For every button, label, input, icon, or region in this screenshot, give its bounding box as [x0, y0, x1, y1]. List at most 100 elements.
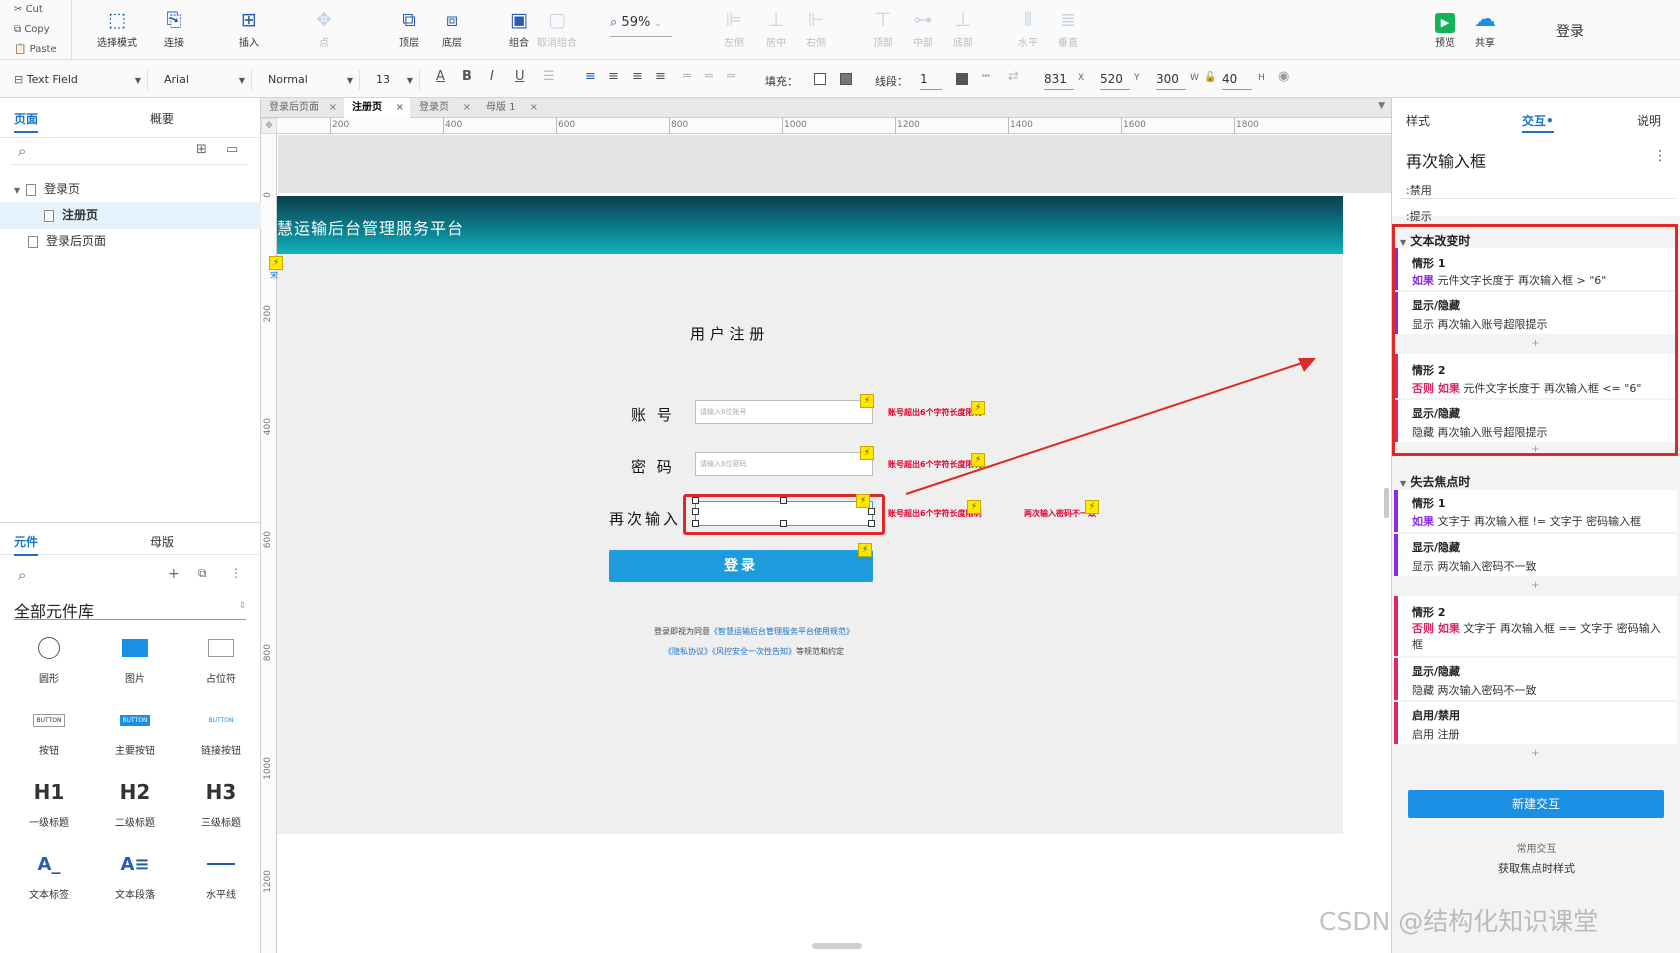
close-icon[interactable]: ×	[530, 98, 538, 118]
page-item-after-login[interactable]: 登录后页面	[0, 228, 261, 255]
search-icon[interactable]: ⌕	[18, 142, 26, 160]
case-2[interactable]: 情形 2 否则 如果 文字于 再次输入框 == 文字于 密码输入框	[1394, 596, 1677, 656]
login-link[interactable]: 登录	[1556, 21, 1584, 41]
y-input[interactable]: 520	[1100, 70, 1130, 90]
widget-item[interactable]: 圆形	[6, 626, 92, 685]
share-button[interactable]: ☁ 共享	[1461, 6, 1509, 49]
tab-interactions[interactable]: 交互•	[1522, 112, 1554, 133]
login-button[interactable]: 登录	[609, 550, 873, 582]
interaction-bolt-icon[interactable]: ⚡	[967, 500, 981, 514]
widget-item[interactable]: BUTTON 按钮	[6, 698, 92, 757]
page-item-register[interactable]: 注册页	[0, 202, 261, 229]
toolbar-right-button[interactable]: ⊩ 右侧	[792, 6, 840, 49]
tab-pages[interactable]: 页面	[14, 110, 39, 133]
bold-icon[interactable]: B	[462, 69, 472, 84]
selection-handle[interactable]	[868, 520, 875, 527]
interaction-bolt-icon[interactable]: ⚡	[858, 543, 872, 557]
paste-button[interactable]: 📋 Paste	[0, 40, 71, 60]
account-input[interactable]: 请输入6位账号	[695, 400, 873, 424]
widget-item[interactable]: H2 二级标题	[92, 770, 178, 829]
panel-scroll-handle[interactable]	[1384, 488, 1389, 518]
widget-item[interactable]: A≡ 文本段落	[92, 842, 178, 902]
widget-item[interactable]: H1 一级标题	[6, 770, 92, 829]
toolbar-top-button[interactable]: ⧉ 顶层	[385, 6, 433, 49]
doc-tab-register[interactable]: 注册页 ×	[344, 98, 410, 118]
align-right-icon[interactable]: ≡	[632, 69, 643, 84]
toolbar-vertical-button[interactable]: ≣ 垂直	[1044, 6, 1092, 49]
action-show-hide[interactable]: 显示/隐藏 显示 两次输入密码不一致	[1394, 534, 1677, 576]
align-center-icon[interactable]: ≡	[608, 69, 619, 84]
close-icon[interactable]: ×	[396, 98, 404, 118]
line-width-input[interactable]: 1	[920, 70, 942, 90]
toolbar-ungroup-button[interactable]: ▢ 取消组合	[533, 6, 581, 49]
password-input[interactable]: 请输入6位密码	[695, 452, 873, 476]
line-color-swatch[interactable]	[956, 73, 968, 85]
widget-item[interactable]: 图片	[92, 626, 178, 685]
toolbar-connect-button[interactable]: ⎘ 连接	[150, 6, 198, 49]
state-disabled[interactable]: :禁用	[1406, 182, 1432, 198]
page-item-login[interactable]: ▼ 登录页	[0, 176, 261, 203]
valign-middle-icon[interactable]: ═	[705, 69, 713, 84]
arrow-style-icon[interactable]: ⇄	[1008, 69, 1019, 84]
valign-bottom-icon[interactable]: ═	[727, 69, 735, 84]
more-icon[interactable]: ⋮	[230, 566, 242, 580]
tab-widgets[interactable]: 元件	[14, 533, 39, 556]
selection-handle[interactable]	[692, 497, 699, 504]
visibility-eye-icon[interactable]: ◉	[1278, 69, 1289, 84]
toolbar-insert-button[interactable]: ⊞ 插入	[225, 6, 273, 49]
action-show-hide[interactable]: 显示/隐藏 隐藏 两次输入密码不一致	[1394, 658, 1677, 700]
selection-handle[interactable]	[780, 520, 787, 527]
widget-item[interactable]: 占位符	[178, 626, 264, 685]
selection-handle[interactable]	[692, 508, 699, 515]
valign-top-icon[interactable]: ═	[683, 69, 691, 84]
toolbar-select-button[interactable]: ⬚ 选择模式	[93, 6, 141, 49]
fill-color-swatch[interactable]	[814, 73, 826, 85]
interaction-bolt-icon[interactable]: ⚡	[860, 394, 874, 408]
case-1[interactable]: 情形 1 如果 文字于 再次输入框 != 文字于 密码输入框	[1394, 490, 1677, 532]
widget-item[interactable]: BUTTON 主要按钮	[92, 698, 178, 757]
h-input[interactable]: 40	[1222, 70, 1252, 90]
font-size-select[interactable]: 13 ▼	[370, 70, 420, 90]
line-style-icon[interactable]: ┅	[982, 69, 990, 84]
canvas-scrollbar[interactable]	[812, 943, 862, 949]
selection-handle[interactable]	[868, 508, 875, 515]
common-interaction-item[interactable]: 获取焦点时样式	[1392, 860, 1680, 876]
add-case-icon[interactable]: +	[1394, 580, 1677, 591]
search-icon[interactable]: ⌕	[18, 566, 26, 584]
tab-masters[interactable]: 母版	[150, 533, 174, 550]
w-input[interactable]: 300	[1156, 70, 1186, 90]
align-left-icon[interactable]: ≡	[585, 69, 596, 84]
interaction-bolt-icon[interactable]: ⚡	[1085, 500, 1099, 514]
underline-icon[interactable]: U	[515, 69, 525, 84]
add-case-icon[interactable]: +	[1394, 748, 1677, 759]
doc-tab-login[interactable]: 登录页 ×	[411, 98, 477, 118]
toolbar-left-button[interactable]: ⊫ 左侧	[710, 6, 758, 49]
font-style-select[interactable]: Normal ▼	[262, 70, 360, 90]
tab-notes[interactable]: 说明	[1637, 112, 1661, 129]
interaction-bolt-icon[interactable]: ⚡	[269, 256, 283, 270]
library-select[interactable]: 全部元件库 ⇕	[14, 598, 246, 621]
italic-icon[interactable]: I	[490, 69, 494, 84]
x-input[interactable]: 831	[1044, 70, 1074, 90]
doc-tab-after-login[interactable]: 登录后页面 ×	[261, 98, 343, 118]
tab-outline[interactable]: 概要	[150, 110, 174, 127]
widget-item[interactable]: BUTTON 链接按钮	[178, 698, 264, 758]
add-folder-icon[interactable]: ▭	[226, 142, 238, 157]
tab-style[interactable]: 样式	[1406, 112, 1430, 129]
widget-item[interactable]: H3 三级标题	[178, 770, 264, 829]
lock-ratio-icon[interactable]: 🔓	[1204, 72, 1216, 83]
library-copy-icon[interactable]: ⧉	[198, 566, 207, 581]
interaction-bolt-icon[interactable]: ⚡	[856, 494, 870, 508]
toolbar-point-button[interactable]: ✥ 点	[300, 6, 348, 49]
widget-type-select[interactable]: ⊟ Text Field ▼	[14, 70, 148, 90]
zoom-control[interactable]: ⌕ 59% ⌄	[610, 15, 672, 37]
cut-button[interactable]: ✂ Cut	[0, 0, 71, 20]
widget-item[interactable]: A_ 文本标签	[6, 842, 92, 902]
widget-item[interactable]: 水平线	[178, 842, 264, 901]
interaction-bolt-icon[interactable]: ⚡	[860, 446, 874, 460]
font-family-select[interactable]: Arial ▼	[158, 70, 252, 90]
tabs-dropdown-icon[interactable]: ▼	[1378, 101, 1385, 111]
shadow-swatch[interactable]	[840, 73, 852, 85]
doc-tab-master[interactable]: 母版 1 ×	[478, 98, 544, 118]
add-page-icon[interactable]: ⊞	[196, 142, 207, 157]
